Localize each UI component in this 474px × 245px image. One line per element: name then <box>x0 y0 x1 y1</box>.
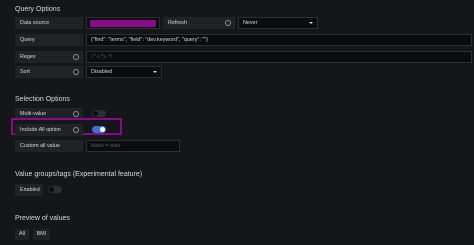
toggle-knob <box>100 127 105 132</box>
include-all-label-text: Include All option <box>20 127 61 133</box>
info-icon <box>73 111 79 117</box>
preview-title: Preview of values <box>15 215 70 222</box>
info-icon <box>225 20 231 26</box>
datasource-select[interactable] <box>86 17 160 29</box>
preview-value-chip: BMI <box>32 229 51 240</box>
custom-all-placeholder: blank = auto <box>91 143 121 149</box>
include-all-toggle[interactable] <box>92 126 106 133</box>
info-icon <box>73 127 79 133</box>
datasource-label: Data source <box>15 17 83 29</box>
preview-value-chip: All <box>15 229 29 240</box>
include-all-label: Include All option <box>15 124 83 136</box>
regex-label-text: Regex <box>20 54 36 60</box>
enabled-label: Enabled <box>15 184 43 196</box>
refresh-label-text: Refresh <box>168 20 187 26</box>
refresh-label: Refresh <box>163 17 235 29</box>
custom-all-input[interactable]: blank = auto <box>86 140 180 152</box>
sort-value: Disabled <box>91 69 112 75</box>
multi-value-toggle[interactable] <box>92 110 106 117</box>
value-groups-title: Value groups/tags (Experimental feature) <box>15 171 143 178</box>
query-options-title: Query Options <box>15 6 61 13</box>
regex-input[interactable]: /.*-(.*)-.*/ <box>86 51 472 63</box>
chevron-down-icon <box>309 22 313 24</box>
multi-value-label-text: Multi-value <box>20 111 47 117</box>
custom-all-label: Custom all value <box>15 140 83 152</box>
toggle-knob <box>49 187 54 192</box>
value-groups-toggle[interactable] <box>48 186 62 193</box>
chevron-down-icon <box>153 71 157 73</box>
toggle-knob <box>93 111 98 116</box>
refresh-value: Never <box>243 20 258 26</box>
preview-values: All BMI <box>15 229 51 240</box>
sort-label: Sort <box>15 66 83 78</box>
info-icon <box>73 69 79 75</box>
query-value: {"find": "terms", "field": "dev.keyword"… <box>91 37 208 43</box>
regex-placeholder: /.*-(.*)-.*/ <box>91 54 112 60</box>
info-icon <box>73 54 79 60</box>
query-input[interactable]: {"find": "terms", "field": "dev.keyword"… <box>86 34 472 46</box>
datasource-redacted-value <box>90 20 156 27</box>
selection-options-title: Selection Options <box>15 96 70 103</box>
sort-select[interactable]: Disabled <box>86 66 162 78</box>
query-label: Query <box>15 34 83 46</box>
refresh-select[interactable]: Never <box>238 17 318 29</box>
sort-label-text: Sort <box>20 69 30 75</box>
regex-label: Regex <box>15 51 83 63</box>
